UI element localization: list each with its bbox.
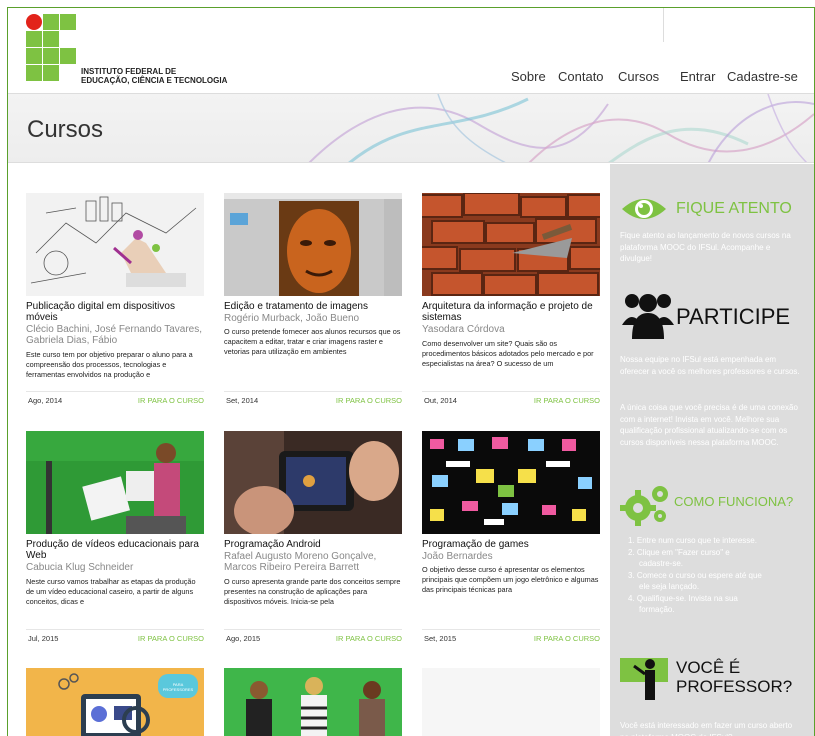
sketch-hand-image xyxy=(26,193,204,296)
institute-line-1: INSTITUTO FEDERAL DE xyxy=(81,67,177,76)
fique-atento-heading: FIQUE ATENTO xyxy=(676,200,792,217)
go-to-course-link[interactable]: IR PARA O CURSO xyxy=(138,634,204,643)
course-authors: Clécio Bachini, José Fernando Tavares, G… xyxy=(26,324,203,346)
course-footer: Set, 2014 IR PARA O CURSO xyxy=(224,391,402,407)
course-title[interactable]: Publicação digital em dispositivos móvei… xyxy=(26,301,204,323)
page-frame: INSTITUTO FEDERAL DE EDUCAÇÃO, CIÊNCIA E… xyxy=(7,7,815,736)
three-women-image xyxy=(224,668,402,736)
course-card: Edição e tratamento de imagens Rogério M… xyxy=(224,193,402,409)
phone-image xyxy=(224,431,402,534)
course-description: O objetivo desse curso é apresentar os e… xyxy=(422,565,599,594)
course-card: Publicação digital em dispositivos móvei… xyxy=(26,193,204,409)
course-description: Neste curso vamos trabalhar as etapas da… xyxy=(26,577,196,606)
course-card: Programação de games João Bernardes O ob… xyxy=(422,431,600,647)
course-footer: Ago, 2014 IR PARA O CURSO xyxy=(26,391,204,407)
course-card: Arquitetura da informação e projeto de s… xyxy=(422,193,600,409)
step-3-cont: ele seja lançado. xyxy=(639,582,700,591)
go-to-course-link[interactable]: IR PARA O CURSO xyxy=(336,634,402,643)
page-banner: Cursos xyxy=(8,93,814,163)
course-thumbnail[interactable] xyxy=(224,431,402,534)
course-description: Este curso tem por objetivo preparar o a… xyxy=(26,350,193,379)
sidebar: FIQUE ATENTO Fique atento ao lançamento … xyxy=(610,164,814,736)
step-2-cont: cadastre-se. xyxy=(639,559,684,568)
course-title[interactable]: Programação de games xyxy=(422,539,600,551)
site-header: INSTITUTO FEDERAL DE EDUCAÇÃO, CIÊNCIA E… xyxy=(8,8,814,93)
course-thumbnail-placeholder xyxy=(422,668,600,736)
teacher-icon xyxy=(620,658,668,700)
nav-sobre[interactable]: Sobre xyxy=(511,69,546,84)
course-thumbnail[interactable] xyxy=(26,193,204,296)
como-funciona-steps: 1. Entre num curso que te interesse. 2. … xyxy=(628,535,810,616)
course-authors: Cabucia Klug Schneider xyxy=(26,562,134,573)
course-footer: Jul, 2015 IR PARA O CURSO xyxy=(26,629,204,645)
step-3: 3. Comece o curso ou espere até que xyxy=(628,570,762,580)
step-1: 1. Entre num curso que te interesse. xyxy=(628,536,757,545)
voce-e-professor-heading: VOCÊ É PROFESSOR? xyxy=(676,658,792,696)
course-footer: Out, 2014 IR PARA O CURSO xyxy=(422,391,600,407)
course-thumbnail[interactable] xyxy=(422,431,600,534)
course-title[interactable]: Produção de vídeos educacionais para Web xyxy=(26,539,204,561)
course-description: O curso pretende fornecer aos alunos rec… xyxy=(224,327,401,356)
greenscreen-image xyxy=(26,431,204,534)
step-2: 2. Clique em "Fazer curso" e xyxy=(628,547,730,557)
badge-para-professores: PARA PROFESSORES xyxy=(162,682,194,692)
step-4-cont: formação. xyxy=(639,605,675,614)
nav-cursos[interactable]: Cursos xyxy=(618,69,659,84)
course-date: Out, 2014 xyxy=(424,396,457,405)
course-date: Jul, 2015 xyxy=(28,634,59,643)
ifsul-logo[interactable] xyxy=(26,14,78,92)
go-to-course-link[interactable]: IR PARA O CURSO xyxy=(336,396,402,405)
step-4: 4. Qualifique-se. Invista na sua xyxy=(628,593,738,603)
course-date: Ago, 2015 xyxy=(226,634,261,643)
eye-icon xyxy=(622,199,666,219)
voce-e-line: VOCÊ É xyxy=(676,658,741,677)
nav-entrar[interactable]: Entrar xyxy=(680,69,715,84)
course-card: Produção de vídeos educacionais para Web… xyxy=(26,431,204,647)
course-thumbnail[interactable] xyxy=(224,193,402,296)
course-authors: Rafael Augusto Moreno Gonçalve, Marcos R… xyxy=(224,551,377,573)
course-authors: João Bernardes xyxy=(422,551,493,562)
course-date: Set, 2015 xyxy=(424,634,457,643)
como-funciona-heading: COMO FUNCIONA? xyxy=(674,494,794,509)
go-to-course-link[interactable]: IR PARA O CURSO xyxy=(138,396,204,405)
course-title[interactable]: Programação Android xyxy=(224,539,402,551)
course-authors: Yasodara Córdova xyxy=(422,324,505,335)
page-title: Cursos xyxy=(27,116,104,143)
participe-heading: PARTICIPE xyxy=(676,304,791,329)
header-divider xyxy=(663,8,664,42)
institute-line-2: EDUCAÇÃO, CIÊNCIA E TECNOLOGIA xyxy=(81,76,228,85)
course-footer: Set, 2015 IR PARA O CURSO xyxy=(422,629,600,645)
course-date: Ago, 2014 xyxy=(28,396,63,405)
course-title[interactable]: Edição e tratamento de imagens xyxy=(224,301,402,313)
face-editor-image xyxy=(224,193,402,296)
course-description: O curso apresenta grande parte dos conce… xyxy=(224,577,401,606)
course-thumbnail[interactable] xyxy=(224,668,402,736)
professor-line: PROFESSOR? xyxy=(676,677,793,696)
course-footer: Ago, 2015 IR PARA O CURSO xyxy=(224,629,402,645)
institute-name: INSTITUTO FEDERAL DE EDUCAÇÃO, CIÊNCIA E… xyxy=(81,67,227,85)
participe-text-2: A única coisa que você precisa é de uma … xyxy=(620,403,798,447)
course-grid: Publicação digital em dispositivos móvei… xyxy=(8,164,608,736)
nav-cadastre-se[interactable]: Cadastre-se xyxy=(727,69,798,84)
nav-contato[interactable]: Contato xyxy=(558,69,604,84)
course-thumbnail[interactable] xyxy=(422,193,600,296)
fique-atento-text: Fique atento ao lançamento de novos curs… xyxy=(620,231,791,263)
course-thumbnail[interactable]: PARA PROFESSORES xyxy=(26,668,204,736)
go-to-course-link[interactable]: IR PARA O CURSO xyxy=(534,634,600,643)
course-title[interactable]: Arquitetura da informação e projeto de s… xyxy=(422,301,600,323)
professors-image xyxy=(26,668,204,736)
course-authors: Rogério Murback, João Bueno xyxy=(224,313,360,324)
banner-swirls xyxy=(308,94,814,162)
participe-text-1: Nossa equipe no IFSul está empenhada em … xyxy=(620,355,800,376)
voce-e-professor-text: Você está interessado em fazer um curso … xyxy=(620,721,793,736)
go-to-course-link[interactable]: IR PARA O CURSO xyxy=(534,396,600,405)
bricks-image xyxy=(422,193,600,296)
course-thumbnail[interactable] xyxy=(26,431,204,534)
course-description: Como desenvolver um site? Quais são os p… xyxy=(422,339,594,368)
course-date: Set, 2014 xyxy=(226,396,259,405)
invaders-image xyxy=(422,431,600,534)
group-icon xyxy=(622,294,674,339)
course-card: Programação Android Rafael Augusto Moren… xyxy=(224,431,402,647)
gears-icon xyxy=(620,486,668,526)
